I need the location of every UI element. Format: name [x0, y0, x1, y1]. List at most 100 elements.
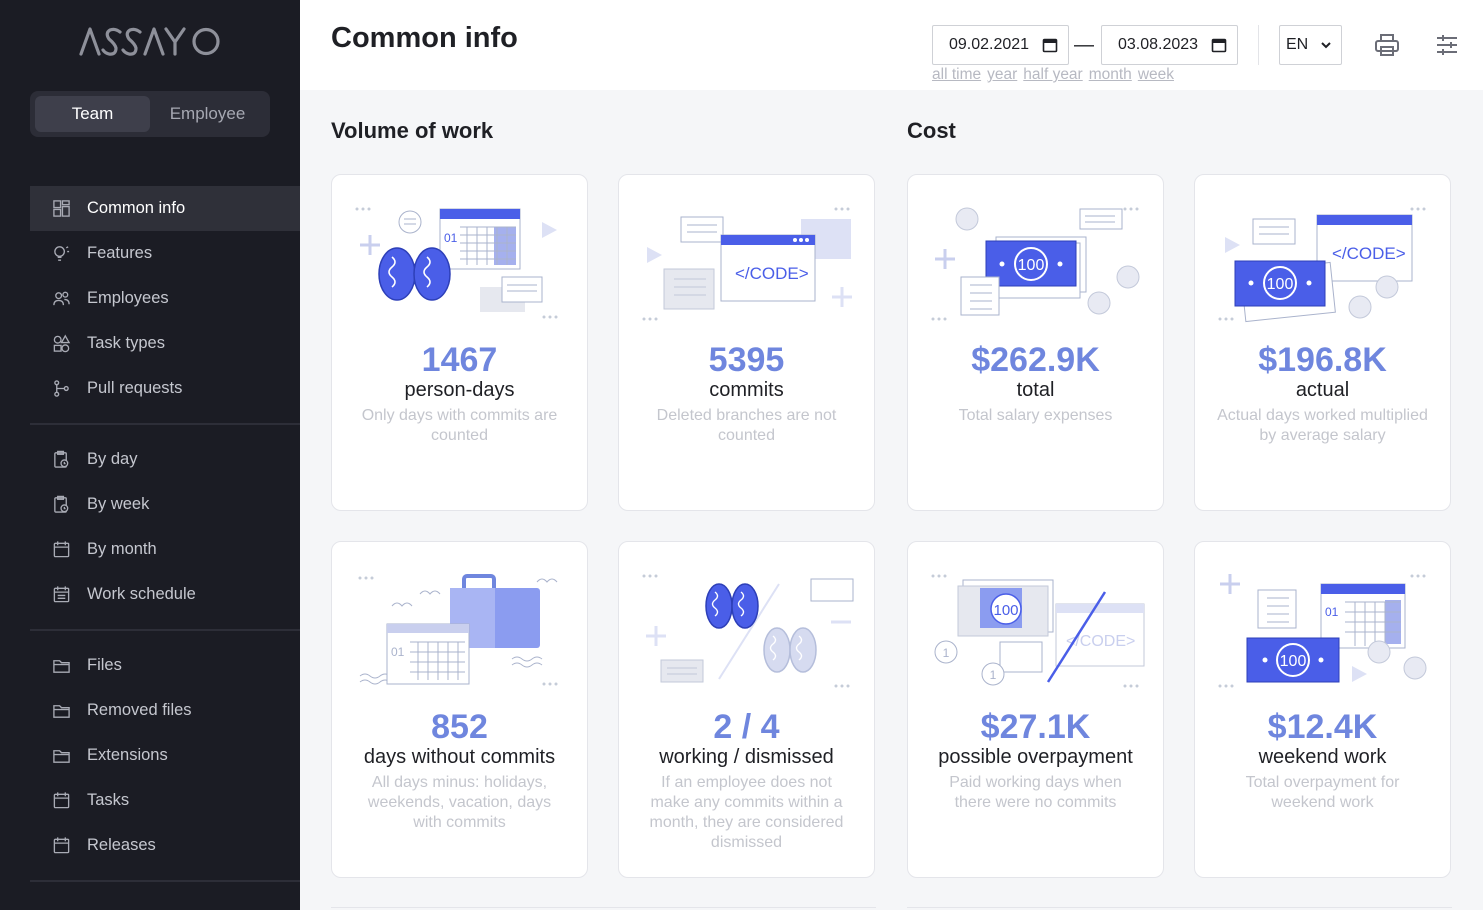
sidebar-item-by-day[interactable]: By day — [30, 437, 300, 482]
lightbulb-icon — [54, 246, 70, 261]
code-window-illustration: </CODE> — [642, 207, 852, 321]
sidebar-item-label: Tasks — [87, 791, 130, 809]
sidebar-item-label: Employees — [87, 289, 169, 307]
sidebar-item-label: Work schedule — [87, 585, 196, 603]
print-button[interactable] — [1372, 30, 1402, 60]
shapes-icon — [53, 334, 71, 353]
section-title-volume: Volume of work — [331, 118, 494, 143]
stat-card-days-without-commits: 01 852 days without commits All days min… — [331, 541, 588, 878]
card-description: Total overpayment for weekend work — [1245, 774, 1400, 811]
card-unit: working / dismissed — [659, 746, 834, 768]
card-value: $27.1K — [980, 708, 1091, 746]
sidebar-item-releases[interactable]: Releases — [30, 823, 300, 868]
svg-text:</CODE>: </CODE> — [1332, 244, 1406, 263]
sidebar-item-task-types[interactable]: Task types — [30, 321, 300, 366]
filter-settings-button[interactable] — [1432, 30, 1462, 60]
card-unit: possible overpayment — [938, 746, 1133, 768]
card-description: All days minus: holidays, weekends, vaca… — [367, 774, 552, 831]
card-description: Only days with commits are counted — [361, 407, 558, 444]
card-description: Deleted branches are not counted — [656, 407, 837, 444]
svg-text:100: 100 — [993, 602, 1018, 619]
sidebar-item-label: Releases — [87, 836, 156, 854]
card-value: $196.8K — [1258, 341, 1387, 379]
users-icon — [53, 291, 70, 306]
chevron-down-icon — [1321, 42, 1331, 49]
sidebar-item-tasks[interactable]: Tasks — [30, 778, 300, 823]
sidebar-item-by-month[interactable]: By month — [30, 527, 300, 572]
card-unit: commits — [709, 379, 784, 401]
stat-card-total: 100 $262.9K total Total salary expenses — [907, 174, 1164, 511]
svg-text:01: 01 — [444, 231, 458, 245]
svg-text:</CODE>: </CODE> — [735, 264, 809, 283]
svg-text:100: 100 — [1280, 653, 1307, 670]
card-description: Paid working days when there were no com… — [949, 774, 1122, 811]
sidebar-item-employees[interactable]: Employees — [30, 276, 300, 321]
calendar-icon — [53, 541, 70, 558]
header-divider — [1258, 25, 1259, 65]
card-unit: weekend work — [1258, 746, 1387, 768]
card-description: Total salary expenses — [958, 407, 1113, 424]
sidebar-item-label: Common info — [87, 199, 186, 217]
sidebar-item-extensions[interactable]: Extensions — [30, 733, 300, 778]
svg-text:1: 1 — [943, 646, 950, 660]
clipboard-clock-icon — [54, 495, 69, 513]
card-description: If an employee does not make any commits… — [649, 774, 844, 851]
svg-text:100: 100 — [1267, 276, 1294, 293]
folder-icon — [53, 660, 70, 673]
range-link-month[interactable]: month — [1089, 66, 1132, 84]
sidebar-item-by-week[interactable]: By week — [30, 482, 300, 527]
date-to-value: 03.08.2023 — [1118, 36, 1199, 53]
card-value: $262.9K — [971, 341, 1100, 379]
card-value: 5395 — [708, 341, 785, 379]
range-link-all-time[interactable]: all time — [932, 66, 981, 84]
range-link-year[interactable]: year — [987, 66, 1017, 84]
team-employee-toggle: Team Employee — [30, 91, 270, 137]
stat-card-working-dismissed: 2 / 4 working / dismissed If an employee… — [618, 541, 875, 878]
sidebar-item-label: By month — [87, 540, 157, 558]
page-title: Common info — [331, 22, 518, 54]
sidebar-item-label: Removed files — [87, 701, 192, 719]
calendar-icon — [53, 837, 70, 854]
sidebar-item-label: Files — [87, 656, 122, 674]
sidebar-item-common-info[interactable]: Common info — [30, 186, 300, 231]
app-root: Team Employee Common info Features Emplo… — [0, 0, 1483, 910]
team-toggle-button[interactable]: Team — [35, 96, 150, 132]
sidebar-item-pull-requests[interactable]: Pull requests — [30, 366, 300, 411]
card-unit: total — [1016, 379, 1055, 401]
folder-icon — [53, 705, 70, 718]
sidebar-item-removed-files[interactable]: Removed files — [30, 688, 300, 733]
quick-range-links: all time year half year month week — [932, 66, 1174, 84]
calendar-icon — [53, 792, 70, 809]
card-value: $12.4K — [1267, 708, 1378, 746]
svg-text:1: 1 — [990, 668, 997, 682]
employee-toggle-button[interactable]: Employee — [150, 96, 265, 132]
date-from-input[interactable]: 09.02.2021 — [932, 25, 1069, 65]
sidebar: Team Employee Common info Features Emplo… — [0, 0, 300, 910]
sidebar-item-label: By week — [87, 495, 150, 513]
menu-group-general: Common info Features Employees Task type… — [30, 186, 300, 425]
date-to-input[interactable]: 03.08.2023 — [1101, 25, 1238, 65]
svg-text:01: 01 — [391, 645, 405, 659]
range-link-week[interactable]: week — [1138, 66, 1174, 84]
money-illustration: 100 — [931, 207, 1140, 321]
card-value: 1467 — [421, 341, 498, 379]
sidebar-menu: Common info Features Employees Task type… — [30, 186, 300, 894]
sidebar-item-work-schedule[interactable]: Work schedule — [30, 572, 300, 617]
language-value: EN — [1286, 36, 1309, 53]
sliders-icon — [1437, 35, 1457, 55]
stat-card-commits: </CODE> 5395 commits Deleted branches ar… — [618, 174, 875, 511]
range-link-half-year[interactable]: half year — [1023, 66, 1082, 84]
date-from-value: 09.02.2021 — [949, 36, 1030, 53]
git-branch-icon — [54, 380, 69, 397]
calendar-picker-icon[interactable] — [1042, 37, 1058, 53]
brain-calendar-illustration: 01 — [355, 207, 558, 319]
calendar-picker-icon[interactable] — [1211, 37, 1227, 53]
stat-card-weekend-work: 01 100 $12.4K weekend work Total overpay… — [1194, 541, 1451, 878]
sidebar-item-files[interactable]: Files — [30, 643, 300, 688]
stat-card-person-days: 01 1467 person-days Only days with commi… — [331, 174, 588, 511]
sidebar-item-features[interactable]: Features — [30, 231, 300, 276]
card-unit: actual — [1295, 379, 1350, 401]
card-unit: person-days — [404, 379, 515, 401]
language-select[interactable]: EN — [1279, 25, 1342, 65]
assayo-logo[interactable] — [78, 24, 224, 58]
